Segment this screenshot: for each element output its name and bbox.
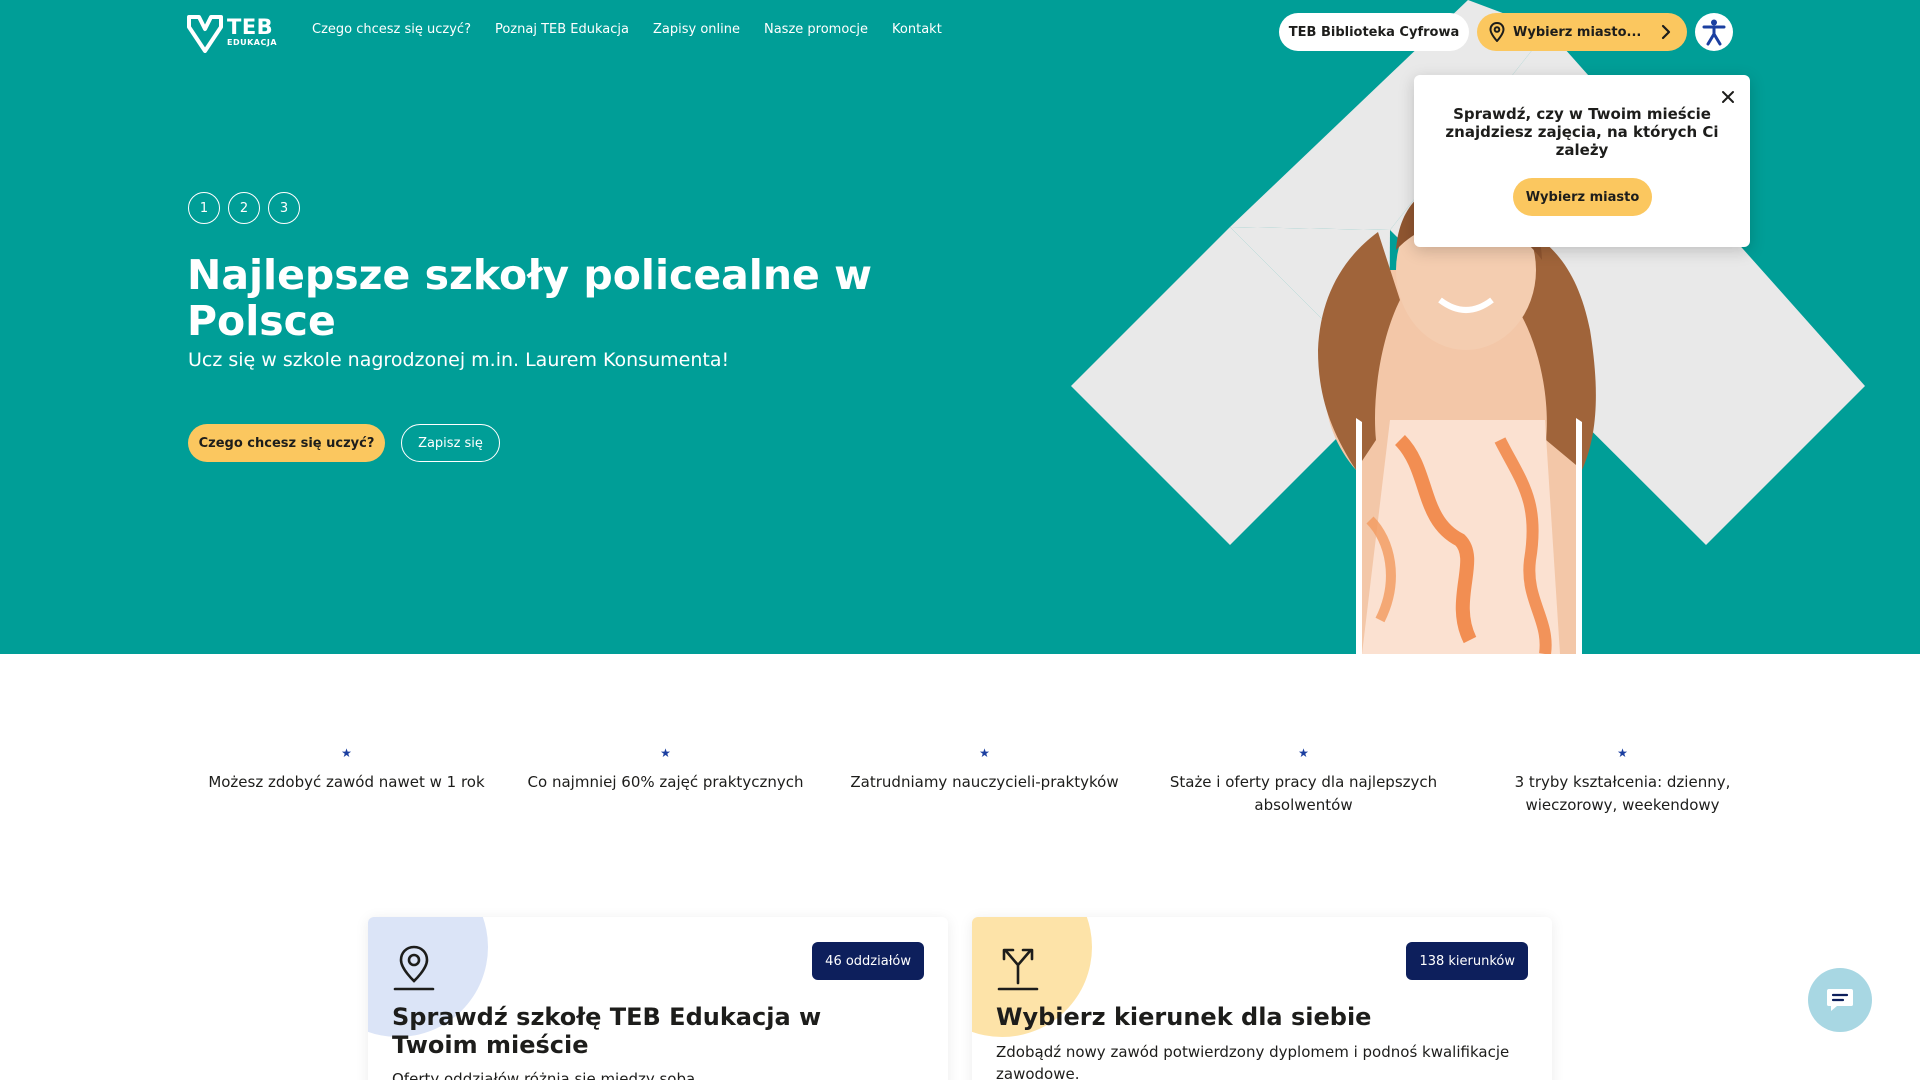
location-pin-icon [1489, 22, 1505, 42]
feature-item: ★ Staże i oferty pracy dla najlepszych a… [1144, 746, 1463, 817]
star-icon: ★ [1298, 746, 1309, 760]
slide-3-button[interactable]: 3 [268, 192, 300, 224]
city-popup: Sprawdź, czy w Twoim mieście znajdziesz … [1414, 75, 1750, 247]
popup-message: Sprawdź, czy w Twoim mieście znajdziesz … [1445, 105, 1719, 159]
choose-city-label: Wybierz miasto... [1513, 24, 1642, 40]
card-description: Zdobądź nowy zawód potwierdzony dyplomem… [996, 1043, 1510, 1080]
slide-2-button[interactable]: 2 [228, 192, 260, 224]
logo-subtext: EDUKACJA [227, 38, 278, 47]
teb-shield-icon [187, 15, 223, 53]
accessibility-button[interactable] [1695, 13, 1733, 51]
nav-links: Czego chcesz się uczyć? Poznaj TEB Eduka… [312, 22, 942, 37]
chat-button[interactable] [1808, 968, 1872, 1032]
feature-text: Możesz zdobyć zawód nawet w 1 rok [208, 773, 485, 791]
hero-subtitle: Ucz się w szkole nagrodzonej m.in. Laure… [188, 349, 730, 371]
digital-library-button[interactable]: TEB Biblioteka Cyfrowa [1279, 13, 1469, 51]
sign-up-button[interactable]: Zapisz się [401, 424, 500, 462]
nav-link-about[interactable]: Poznaj TEB Edukacja [495, 22, 629, 37]
logo-text: TEB [227, 15, 274, 39]
teb-logo[interactable]: TEB EDUKACJA [187, 15, 277, 53]
feature-item: ★ 3 tryby kształcenia: dzienny, wieczoro… [1463, 746, 1782, 817]
feature-text: Zatrudniamy nauczycieli-praktyków [850, 773, 1119, 791]
nav-link-promotions[interactable]: Nasze promocje [764, 22, 868, 37]
card-title: Sprawdź szkołę TEB Edukacja w Twoim mieś… [392, 1003, 822, 1059]
star-icon: ★ [1617, 746, 1628, 760]
feature-text: Co najmniej 60% zajęć praktycznych [527, 773, 804, 791]
find-school-card[interactable]: 46 oddziałów Sprawdź szkołę TEB Edukacja… [368, 917, 948, 1080]
what-to-learn-button[interactable]: Czego chcesz się uczyć? [188, 424, 385, 462]
card-title: Wybierz kierunek dla siebie [996, 1003, 1372, 1031]
nav-link-contact[interactable]: Kontakt [892, 22, 942, 37]
slide-selector: 1 2 3 [188, 192, 300, 224]
popup-choose-city-button[interactable]: Wybierz miasto [1513, 178, 1652, 216]
accessibility-icon [1702, 19, 1726, 46]
split-arrows-icon [997, 948, 1039, 991]
feature-item: ★ Zatrudniamy nauczycieli-praktyków [825, 746, 1144, 817]
feature-item: ★ Co najmniej 60% zajęć praktycznych [506, 746, 825, 817]
star-icon: ★ [660, 746, 671, 760]
feature-text: 3 tryby kształcenia: dzienny, wieczorowy… [1514, 773, 1731, 814]
star-icon: ★ [979, 746, 990, 760]
nav-link-enrollment[interactable]: Zapisy online [653, 22, 740, 37]
close-icon[interactable] [1720, 89, 1736, 105]
chat-icon [1827, 989, 1853, 1011]
hero-title: Najlepsze szkoły policealne w Polsce [187, 251, 873, 345]
feature-item: ★ Możesz zdobyć zawód nawet w 1 rok [187, 746, 506, 817]
features-list: ★ Możesz zdobyć zawód nawet w 1 rok ★ Co… [187, 746, 1783, 817]
card-description: Oferty oddziałów różnią się między sobą [392, 1070, 696, 1080]
feature-text: Staże i oferty pracy dla najlepszych abs… [1169, 773, 1438, 814]
top-navigation: TEB EDUKACJA Czego chcesz się uczyć? Poz… [0, 0, 1920, 62]
courses-count-badge: 138 kierunków [1406, 942, 1528, 980]
choose-course-card[interactable]: 138 kierunków Wybierz kierunek dla siebi… [972, 917, 1552, 1080]
branches-count-badge: 46 oddziałów [812, 942, 924, 980]
nav-link-courses[interactable]: Czego chcesz się uczyć? [312, 22, 471, 37]
chevron-right-icon [1661, 24, 1671, 40]
location-pin-icon [393, 945, 435, 991]
star-icon: ★ [341, 746, 352, 760]
choose-city-button[interactable]: Wybierz miasto... [1477, 13, 1687, 51]
slide-1-button[interactable]: 1 [188, 192, 220, 224]
